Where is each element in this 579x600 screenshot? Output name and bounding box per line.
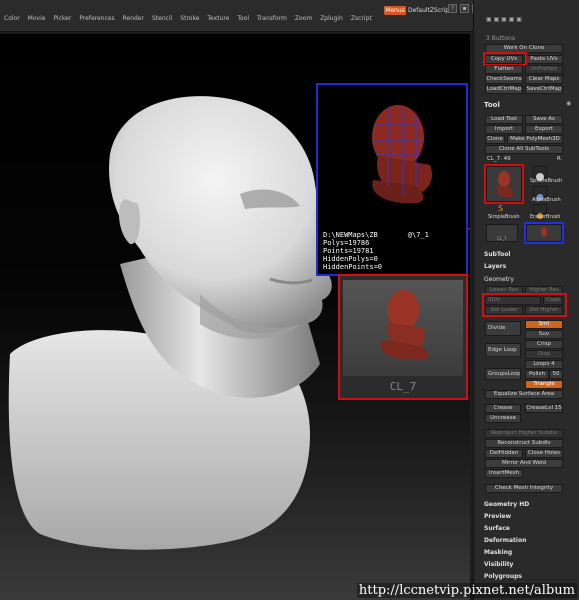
menu-transform[interactable]: Transform xyxy=(253,12,291,26)
visibility-section[interactable]: Visibility xyxy=(484,561,513,568)
polish-value[interactable]: 50 xyxy=(549,370,563,379)
menu-zscript[interactable]: Zscript xyxy=(347,12,376,26)
menu-preferences[interactable]: Preferences xyxy=(75,12,118,26)
suv-toggle[interactable]: Suv xyxy=(525,330,563,339)
edge-loop-button[interactable]: Edge Loop xyxy=(485,343,521,357)
deformation-section[interactable]: Deformation xyxy=(484,537,526,544)
help-icon[interactable]: ? xyxy=(448,4,457,13)
clear-maps-button[interactable]: Clear Maps xyxy=(525,75,563,84)
load-tool-button[interactable]: Load Tool xyxy=(485,115,523,124)
popup-polys: Polys=19786 xyxy=(323,239,370,247)
sphere-brush-icon[interactable] xyxy=(533,166,547,181)
panel-top-icons: ▣ ▣ ▣ ▣ ▣ xyxy=(486,16,522,23)
watermark-url: http://lccnetvip.pixnet.net/album xyxy=(356,583,577,598)
geometry-hd-section[interactable]: Geometry HD xyxy=(484,501,529,508)
check-seams-button[interactable]: CheckSeams xyxy=(485,75,523,84)
sphere-brush-label: SphereBrush xyxy=(530,178,563,184)
crease-button[interactable]: Crease xyxy=(485,404,521,413)
eraser-brush-icon[interactable] xyxy=(533,204,547,219)
tool-thumbnail-highlight xyxy=(484,164,524,204)
popup-tag: @\7_1 xyxy=(407,231,429,239)
small-thumbnail-highlight xyxy=(524,222,564,244)
tool-info-popup: D:\NEWMaps\ZB @\7_1 Polys=19786 Points=19… xyxy=(316,83,468,276)
load-ctrl-map-button[interactable]: LoadCtrlMap xyxy=(485,85,523,94)
current-tool-slider[interactable]: CL_7. 49 xyxy=(487,156,511,162)
menu-zoom[interactable]: Zoom xyxy=(291,12,316,26)
subtool-section[interactable]: SubTool xyxy=(484,251,510,258)
mirror-and-weld-button[interactable]: Mirror And Weld xyxy=(485,459,563,468)
menu-zplugin[interactable]: Zplugin xyxy=(316,12,347,26)
menu-color[interactable]: Color xyxy=(0,12,24,26)
menu-tool[interactable]: Tool xyxy=(233,12,253,26)
alpha-brush-icon[interactable] xyxy=(533,186,547,201)
tool-thumbnail-small-1[interactable]: CL_7 xyxy=(486,224,518,242)
menus-toggle-button[interactable]: Menus xyxy=(384,6,406,15)
groups-loops-button[interactable]: GroupsLoops xyxy=(485,368,521,380)
popup-points: Points=19781 xyxy=(323,247,374,255)
tool-thumbnail-small-1-label: CL_7 xyxy=(497,236,507,241)
zoomed-thumbnail-image xyxy=(343,280,463,376)
unflatten-button[interactable]: UnFlatten xyxy=(525,65,563,74)
menu-stroke[interactable]: Stroke xyxy=(176,12,203,26)
subdiv-controls-highlight xyxy=(482,293,567,317)
clone-all-subtools-button[interactable]: Clone All SubTools xyxy=(485,145,563,154)
tool-section-title[interactable]: Tool xyxy=(484,101,500,109)
check-mesh-integrity-button[interactable]: Check Mesh Integrity xyxy=(485,484,563,493)
layout-icon[interactable]: ▪ xyxy=(460,4,469,13)
smt-toggle[interactable]: Smt xyxy=(525,320,563,329)
menu-render[interactable]: Render xyxy=(119,12,148,26)
masking-section[interactable]: Masking xyxy=(484,549,512,556)
save-as-button[interactable]: Save As xyxy=(525,115,563,124)
paste-uvs-button[interactable]: Paste UVs xyxy=(525,55,563,64)
geometry-section[interactable]: Geometry xyxy=(484,276,514,283)
main-menu: Color Movie Picker Preferences Render St… xyxy=(0,12,376,26)
zoomed-tool-thumbnail: CL_7 xyxy=(338,274,468,400)
triangle-toggle[interactable]: Triangle xyxy=(525,380,563,389)
popup-path: D:\NEWMaps\ZB xyxy=(323,231,378,239)
preview-section[interactable]: Preview xyxy=(484,513,511,520)
tool-pin-icon[interactable]: ◉ xyxy=(566,100,571,107)
surface-section[interactable]: Surface xyxy=(484,525,510,532)
insert-mesh-button[interactable]: InsertMesh xyxy=(485,469,523,478)
equalize-surface-area-button[interactable]: Equalize Surface Area xyxy=(485,390,563,399)
menu-movie[interactable]: Movie xyxy=(24,12,50,26)
disp-toggle[interactable]: Disp xyxy=(525,350,563,359)
popup-hidden-polys: HiddenPolys=0 xyxy=(323,255,378,263)
popup-info-text: D:\NEWMaps\ZB @\7_1 Polys=19786 Points=19… xyxy=(323,231,429,271)
r-button[interactable]: R xyxy=(557,156,561,162)
panel-n-buttons: 3 Buttons xyxy=(486,35,515,42)
crisp-toggle[interactable]: Crisp xyxy=(525,340,563,349)
menu-texture[interactable]: Texture xyxy=(203,12,233,26)
simple-brush-label: SimpleBrush xyxy=(488,214,520,220)
menu-picker[interactable]: Picker xyxy=(49,12,75,26)
bust-ear xyxy=(118,199,140,245)
default-script-button[interactable]: DefaultZScript xyxy=(408,6,451,15)
polygroups-section[interactable]: Polygroups xyxy=(484,573,522,580)
clone-button[interactable]: Clone xyxy=(485,135,505,144)
save-ctrl-map-button[interactable]: SaveCtrlMap xyxy=(525,85,563,94)
reconstruct-subdiv-button[interactable]: Reconstruct Subdiv xyxy=(485,439,563,448)
uncrease-button[interactable]: Uncrease xyxy=(485,414,521,423)
crease-level-slider[interactable]: CreaseLvl 15 xyxy=(525,404,563,413)
zoomed-thumbnail-label: CL_7 xyxy=(389,380,417,393)
reproject-higher-subdiv-button[interactable]: Reproject Higher Subdiv xyxy=(485,429,563,438)
export-button[interactable]: Export xyxy=(525,125,563,134)
copy-uvs-highlight xyxy=(483,52,527,66)
loops-slider[interactable]: Loops 4 xyxy=(525,360,563,369)
eraser-brush-label: EraserBrush xyxy=(530,214,561,220)
popup-wireframe-preview xyxy=(372,105,433,204)
import-button[interactable]: Import xyxy=(485,125,523,134)
make-polymesh-button[interactable]: Make PolyMesh3D xyxy=(507,135,563,144)
layers-section[interactable]: Layers xyxy=(484,263,506,270)
del-hidden-button[interactable]: DelHidden xyxy=(485,449,523,458)
alpha-brush-label: AlphaBrush xyxy=(532,197,561,203)
simple-brush-icon[interactable]: S xyxy=(498,204,503,213)
flatten-button[interactable]: Flatten xyxy=(485,65,523,74)
close-holes-button[interactable]: Close Holes xyxy=(525,449,563,458)
popup-hidden-points: HiddenPoints=0 xyxy=(323,263,383,271)
menu-stencil[interactable]: Stencil xyxy=(148,12,176,26)
divide-button[interactable]: Divide xyxy=(485,321,521,336)
polish-slider[interactable]: Polish xyxy=(525,370,549,379)
